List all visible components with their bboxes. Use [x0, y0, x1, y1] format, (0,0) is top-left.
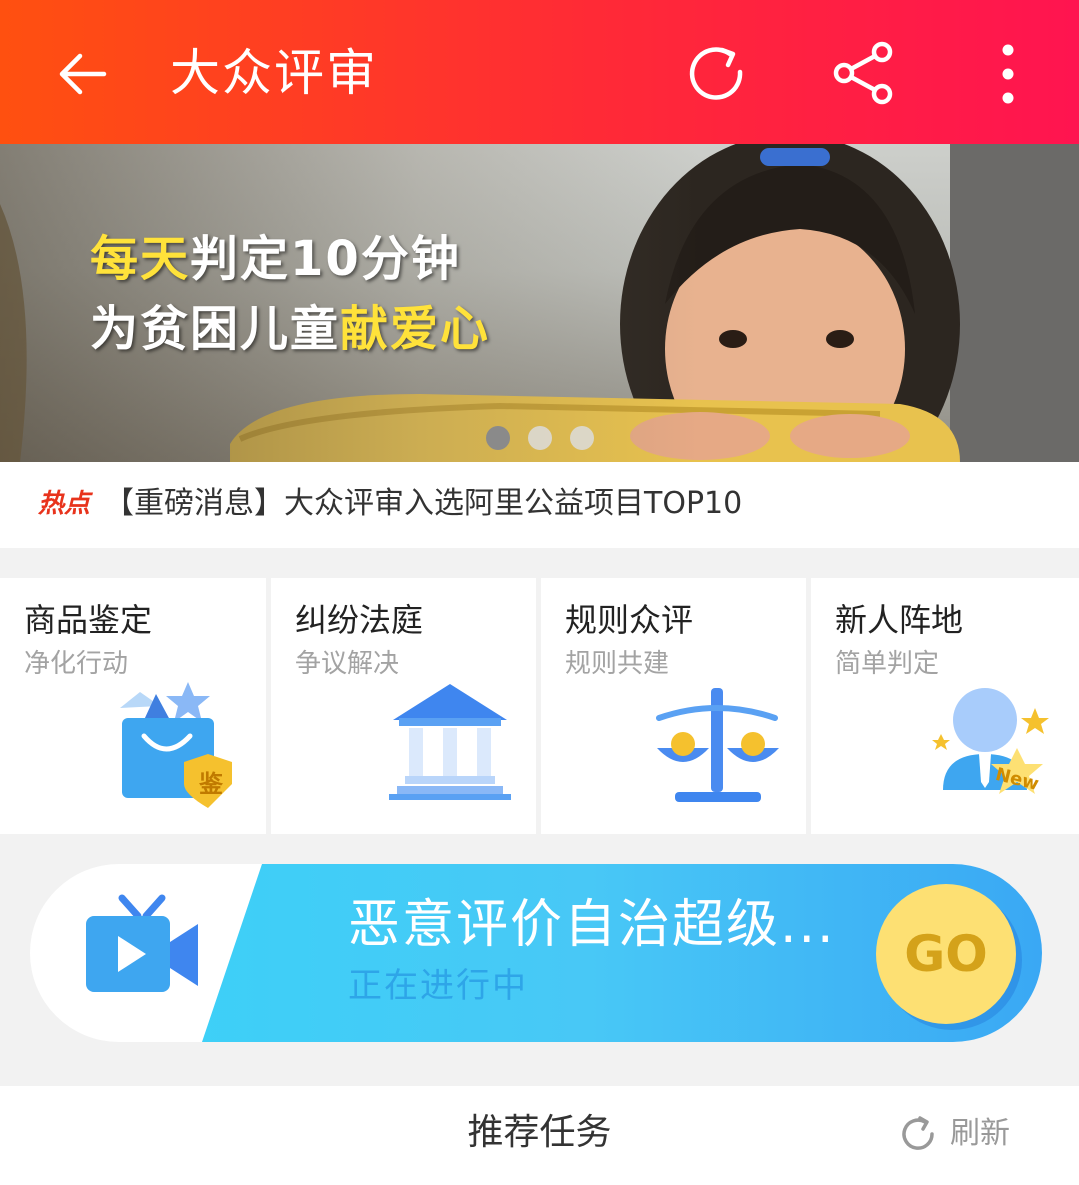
hot-news-text[interactable]: 【重磅消息】大众评审入选阿里公益项目TOP10 [104, 482, 742, 526]
page-title: 大众评审 [170, 44, 378, 102]
card-title: 规则众评 [565, 601, 694, 639]
promo-status: 正在进行中 [348, 966, 528, 1006]
card-subtitle: 规则共建 [565, 649, 670, 679]
pager-dot-active[interactable] [486, 426, 510, 450]
appraisal-badge: 鉴 [199, 770, 223, 798]
card-subtitle: 简单判定 [835, 649, 940, 679]
app-header: 大众评审 [0, 0, 1079, 144]
recommended-tasks-header: 推荐任务 刷新 [0, 1086, 1079, 1185]
card-subtitle: 净化行动 [24, 649, 129, 679]
hot-badge: 热点 [38, 489, 91, 519]
video-tv-icon [86, 894, 198, 992]
promo-title: 恶意评价自治超级... [348, 895, 836, 955]
more-vertical-icon[interactable] [990, 42, 1026, 106]
card-newcomer-zone[interactable]: 新人阵地 简单判定 New [811, 578, 1079, 834]
card-subtitle: 争议解决 [295, 649, 400, 679]
hot-news-bar[interactable]: 热点 【重磅消息】大众评审入选阿里公益项目TOP10 [0, 462, 1079, 548]
card-dispute-court[interactable]: 纠纷法庭 争议解决 [271, 578, 536, 834]
scale-icon [656, 688, 779, 802]
feature-grid: 商品鉴定 净化行动 鉴 纠纷法庭 争议解决 规则众评 规则共建 新人阵地 简单判… [0, 578, 1079, 834]
event-promo-card[interactable]: 恶意评价自治超级... 正在进行中 GO [30, 864, 1042, 1042]
pager-dot[interactable] [570, 426, 594, 450]
banner-line1-highlight: 每天 [90, 231, 191, 287]
newbie-user-icon [932, 688, 1049, 794]
courthouse-icon [389, 684, 511, 800]
banner-line2-highlight: 献爱心 [340, 301, 491, 357]
pager-dot[interactable] [528, 426, 552, 450]
banner-headline: 每天判定10分钟 为贫困儿童献爱心 [90, 224, 490, 364]
promo-banner[interactable]: 每天判定10分钟 为贫困儿童献爱心 [0, 144, 1079, 462]
refresh-icon[interactable] [686, 42, 750, 106]
refresh-label: 刷新 [950, 1116, 1010, 1151]
share-icon[interactable] [830, 40, 896, 106]
banner-line1-rest: 判定10分钟 [190, 231, 461, 287]
card-title: 商品鉴定 [24, 601, 153, 639]
card-title: 纠纷法庭 [295, 601, 424, 639]
go-button-label: GO [904, 925, 988, 983]
go-button[interactable]: GO [876, 884, 1016, 1024]
card-product-appraisal[interactable]: 商品鉴定 净化行动 鉴 [0, 578, 266, 834]
banner-line2-start: 为贫困儿童 [90, 301, 341, 357]
banner-pager [486, 426, 594, 450]
card-title: 新人阵地 [835, 601, 964, 639]
refresh-button[interactable]: 刷新 [898, 1112, 1010, 1156]
refresh-icon [902, 1116, 934, 1150]
card-rules-review[interactable]: 规则众评 规则共建 [541, 578, 806, 834]
arrow-left-icon[interactable] [52, 44, 112, 104]
